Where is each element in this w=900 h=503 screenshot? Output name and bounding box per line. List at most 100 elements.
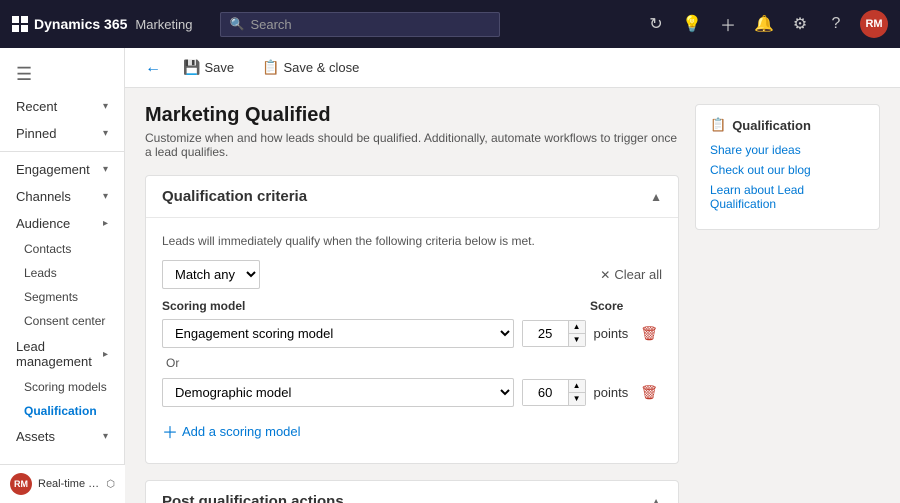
model-select-2[interactable]: Demographic model Engagement scoring mod… <box>162 378 514 407</box>
score-input-2: ▲ ▼ <box>522 379 586 406</box>
criteria-chevron-icon[interactable]: ▲ <box>650 190 662 204</box>
delete-model-2-button[interactable]: 🗑 <box>636 380 662 405</box>
model-select-1[interactable]: Engagement scoring model Demographic mod… <box>162 319 514 348</box>
sidebar-engagement-label: Engagement <box>16 162 90 177</box>
save-icon: 💾 <box>183 59 200 76</box>
sidebar-item-engagement[interactable]: Engagement ▾ <box>0 156 124 183</box>
right-panel: 📋 Qualification Share your ideas Check o… <box>695 104 880 503</box>
search-box[interactable]: 🔍 <box>220 12 500 37</box>
bell-icon[interactable]: 🔔 <box>752 12 776 36</box>
workspace-avatar: RM <box>10 473 32 495</box>
sidebar-sub-qualification[interactable]: Qualification <box>0 399 124 423</box>
post-qual-card-header: Post qualification actions ▲ <box>146 481 678 503</box>
back-button[interactable]: ← <box>141 55 165 81</box>
workspace-chevron-icon: ⬡ <box>106 479 115 490</box>
sidebar-sub-segments[interactable]: Segments <box>0 285 124 309</box>
module-name: Marketing <box>135 17 192 32</box>
scoring-row-1: Engagement scoring model Demographic mod… <box>162 319 662 348</box>
sidebar-recent-label: Recent <box>16 99 57 114</box>
delete-model-1-button[interactable]: 🗑 <box>636 321 662 346</box>
score-down-2[interactable]: ▼ <box>569 393 585 405</box>
sidebar-audience-label: Audience <box>16 216 70 231</box>
score-spinners-1: ▲ ▼ <box>568 321 585 346</box>
chevron-up-icon: ▸ <box>103 218 108 229</box>
avatar[interactable]: RM <box>860 10 888 38</box>
save-button[interactable]: 💾 Save <box>173 54 244 81</box>
sidebar-item-recent[interactable]: Recent ▾ <box>0 93 124 120</box>
top-nav: Dynamics 365 Marketing 🔍 ↻ 💡 ＋ 🔔 ⚙ ? RM <box>0 0 900 48</box>
workspace-label: Real-time marketi... <box>38 478 100 490</box>
match-select[interactable]: Match any Match all <box>162 260 260 289</box>
sidebar-sub-scoring-models[interactable]: Scoring models <box>0 375 124 399</box>
share-ideas-link[interactable]: Share your ideas <box>710 143 865 157</box>
score-down-1[interactable]: ▼ <box>569 334 585 346</box>
chevron-icon: ▾ <box>103 191 108 202</box>
app-name: Dynamics 365 <box>34 16 127 32</box>
score-header: Score <box>590 299 662 313</box>
scoring-model-header: Scoring model <box>162 299 566 313</box>
add-model-label: Add a scoring model <box>182 424 301 439</box>
sidebar-item-assets[interactable]: Assets ▾ <box>0 423 124 450</box>
sidebar-sub-leads[interactable]: Leads <box>0 261 124 285</box>
sidebar-sub-contacts[interactable]: Contacts <box>0 237 124 261</box>
sidebar-assets-label: Assets <box>16 429 55 444</box>
lightbulb-icon[interactable]: 💡 <box>680 12 704 36</box>
score-value-1[interactable] <box>523 321 568 346</box>
criteria-card-body: Leads will immediately qualify when the … <box>146 218 678 463</box>
sidebar-channels-label: Channels <box>16 189 71 204</box>
chevron-down-icon: ▾ <box>103 431 108 442</box>
criteria-controls-row: Match any Match all ✕ Clear all <box>162 260 662 289</box>
grid-icon <box>12 16 28 32</box>
sidebar-item-channels[interactable]: Channels ▾ <box>0 183 124 210</box>
save-close-icon: 📋 <box>262 59 279 76</box>
add-icon[interactable]: ＋ <box>716 12 740 36</box>
criteria-card-desc: Leads will immediately qualify when the … <box>162 234 662 248</box>
sidebar-lead-mgmt-label: Lead management <box>16 339 103 369</box>
sidebar-pinned-label: Pinned <box>16 126 56 141</box>
refresh-icon[interactable]: ↻ <box>644 12 668 36</box>
points-label-2: points <box>594 385 629 400</box>
blog-link[interactable]: Check out our blog <box>710 163 865 177</box>
save-close-button[interactable]: 📋 Save & close <box>252 54 369 81</box>
criteria-card-header: Qualification criteria ▲ <box>146 176 678 218</box>
post-qual-chevron-icon[interactable]: ▲ <box>650 495 662 503</box>
points-label-1: points <box>594 326 629 341</box>
page-subtitle: Customize when and how leads should be q… <box>145 131 679 159</box>
score-up-1[interactable]: ▲ <box>569 321 585 334</box>
save-close-label: Save & close <box>284 60 360 75</box>
sidebar-item-pinned[interactable]: Pinned ▾ <box>0 120 124 147</box>
qualification-criteria-card: Qualification criteria ▲ Leads will imme… <box>145 175 679 464</box>
search-icon: 🔍 <box>229 17 244 31</box>
qual-panel-title: 📋 Qualification <box>710 117 865 133</box>
workspace-switcher[interactable]: RM Real-time marketi... ⬡ <box>0 464 125 503</box>
clear-all-button[interactable]: ✕ Clear all <box>600 267 662 282</box>
score-value-2[interactable] <box>523 380 568 405</box>
command-bar: ← 💾 Save 📋 Save & close <box>125 48 900 88</box>
plus-icon: ＋ <box>162 419 178 443</box>
lead-qual-link[interactable]: Learn about Lead Qualification <box>710 183 865 211</box>
page-body: Marketing Qualified Customize when and h… <box>125 88 900 503</box>
content-main: Marketing Qualified Customize when and h… <box>145 104 679 503</box>
help-icon[interactable]: ? <box>824 12 848 36</box>
app-logo: Dynamics 365 <box>12 16 127 32</box>
search-input[interactable] <box>250 17 491 32</box>
score-up-2[interactable]: ▲ <box>569 380 585 393</box>
x-icon: ✕ <box>600 268 610 282</box>
sidebar-item-lead-management[interactable]: Lead management ▸ <box>0 333 124 375</box>
sidebar: ☰ Recent ▾ Pinned ▾ Engagement ▾ Channel… <box>0 48 125 503</box>
settings-icon[interactable]: ⚙ <box>788 12 812 36</box>
post-qual-actions-card: Post qualification actions ▲ Once leads … <box>145 480 679 503</box>
qualification-panel: 📋 Qualification Share your ideas Check o… <box>695 104 880 230</box>
post-qual-card-title: Post qualification actions <box>162 493 344 503</box>
scoring-row-2: Demographic model Engagement scoring mod… <box>162 378 662 407</box>
divider <box>0 151 124 152</box>
page-title: Marketing Qualified <box>145 104 679 127</box>
add-scoring-model-button[interactable]: ＋ Add a scoring model <box>162 415 301 447</box>
sidebar-item-audience[interactable]: Audience ▸ <box>0 210 124 237</box>
main-content: ← 💾 Save 📋 Save & close Marketing Qualif… <box>125 48 900 503</box>
sidebar-sub-consent[interactable]: Consent center <box>0 309 124 333</box>
chevron-icon: ▾ <box>103 164 108 175</box>
or-separator: Or <box>162 356 662 370</box>
hamburger-icon[interactable]: ☰ <box>0 56 124 93</box>
nav-icons: ↻ 💡 ＋ 🔔 ⚙ ? RM <box>644 10 888 38</box>
